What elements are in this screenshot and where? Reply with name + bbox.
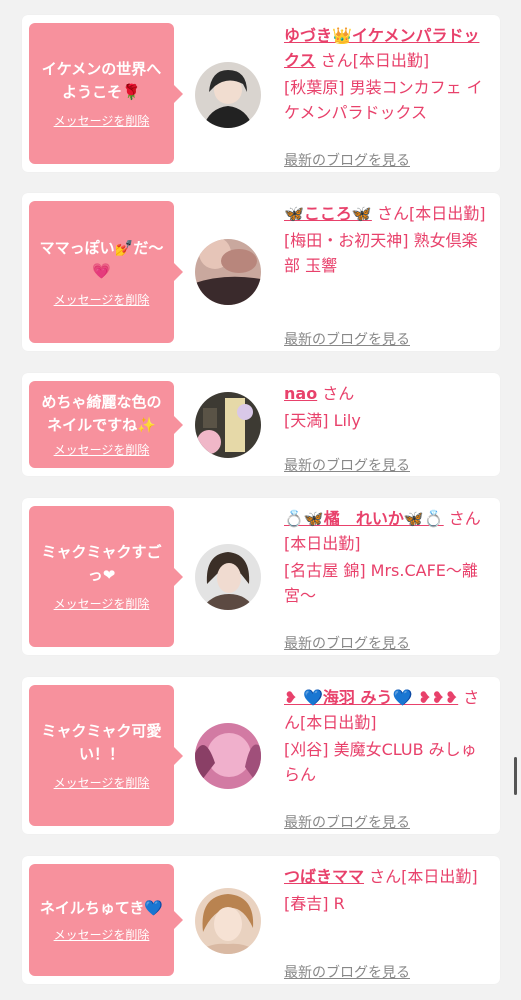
cast-name-line: 💍🦋橘 れいか🦋💍 さん[本日出勤] <box>284 506 488 556</box>
cast-status: さん[本日出勤] <box>376 204 486 223</box>
delete-message-link[interactable]: メッセージを削除 <box>54 774 150 791</box>
cast-name-line: ゆづき👑イケメンパラドックス さん[本日出勤] <box>284 23 488 73</box>
message-bubble: めちゃ綺麗な色のネイルですね✨ メッセージを削除 <box>29 381 183 468</box>
latest-blog-link[interactable]: 最新のブログを見る <box>284 812 410 832</box>
shop-name: [秋葉原] 男装コンカフェ イケメンパラドックス <box>284 78 483 122</box>
delete-message-link[interactable]: メッセージを削除 <box>54 291 150 308</box>
message-text: ネイルちゅてき💙 <box>39 899 164 917</box>
list-item: イケメンの世界へようこそ🌹 メッセージを削除 ゆづき👑イケメンパラドックス さん… <box>22 15 500 172</box>
cast-status: さん[本日出勤] <box>369 867 478 886</box>
delete-message-link[interactable]: メッセージを削除 <box>54 595 150 612</box>
list-item: ネイルちゅてき💙 メッセージを削除 つばきママ さん[本日出勤] [春吉] R … <box>22 856 500 984</box>
latest-blog-link[interactable]: 最新のブログを見る <box>284 455 410 475</box>
message-bubble: イケメンの世界へようこそ🌹 メッセージを削除 <box>29 23 183 164</box>
cast-name-line: nao さん <box>284 381 488 406</box>
message-text: ママっぽい💅だ〜💗 <box>39 238 164 280</box>
list-item: ミャクミャクすごっ❤ メッセージを削除 💍🦋橘 れいか🦋💍 さん[本日出勤] [… <box>22 498 500 655</box>
avatar[interactable] <box>195 392 261 458</box>
message-bubble: ネイルちゅてき💙 メッセージを削除 <box>29 864 183 976</box>
message-text: ミャクミャクすごっ❤ <box>41 543 162 584</box>
message-text: ミャクミャク可愛い！！ <box>41 722 162 763</box>
shop-name: [刈谷] 美魔女CLUB みしゅらん <box>284 740 477 784</box>
cast-name-link[interactable]: ❥ 💙海羽 みう💙 ❥❥❥ <box>284 688 458 707</box>
latest-blog-link[interactable]: 最新のブログを見る <box>284 633 410 653</box>
shop-name: [梅田・お初天神] 熟女倶楽部 玉響 <box>284 231 478 275</box>
latest-blog-link[interactable]: 最新のブログを見る <box>284 962 410 982</box>
message-text: イケメンの世界へようこそ🌹 <box>41 60 162 101</box>
scrollbar-thumb[interactable] <box>514 757 517 795</box>
cast-name-link[interactable]: 🦋こころ🦋 <box>284 204 372 223</box>
cast-name-link[interactable]: nao <box>284 384 317 403</box>
list-item: めちゃ綺麗な色のネイルですね✨ メッセージを削除 nao さん [天満] Lil… <box>22 373 500 476</box>
avatar[interactable] <box>195 62 261 128</box>
cast-name-link[interactable]: つばきママ <box>284 867 364 886</box>
cast-name-line: ❥ 💙海羽 みう💙 ❥❥❥ さん[本日出勤] <box>284 685 488 735</box>
cast-name-link[interactable]: 💍🦋橘 れいか🦋💍 <box>284 509 444 528</box>
shop-name: [天満] Lily <box>284 411 361 430</box>
avatar[interactable] <box>195 888 261 954</box>
message-bubble: ママっぽい💅だ〜💗 メッセージを削除 <box>29 201 183 343</box>
cast-status: さん <box>322 384 355 403</box>
list-item: ママっぽい💅だ〜💗 メッセージを削除 🦋こころ🦋 さん[本日出勤] [梅田・お初… <box>22 193 500 351</box>
delete-message-link[interactable]: メッセージを削除 <box>54 441 150 458</box>
avatar[interactable] <box>195 544 261 610</box>
cast-name-line: つばきママ さん[本日出勤] <box>284 864 488 889</box>
list-item: ミャクミャク可愛い！！ メッセージを削除 ❥ 💙海羽 みう💙 ❥❥❥ さん[本日… <box>22 677 500 834</box>
message-bubble: ミャクミャクすごっ❤ メッセージを削除 <box>29 506 183 647</box>
avatar[interactable] <box>195 723 261 789</box>
delete-message-link[interactable]: メッセージを削除 <box>54 112 150 129</box>
cast-name-line: 🦋こころ🦋 さん[本日出勤] <box>284 201 488 226</box>
message-text: めちゃ綺麗な色のネイルですね✨ <box>41 393 162 434</box>
latest-blog-link[interactable]: 最新のブログを見る <box>284 329 410 349</box>
latest-blog-link[interactable]: 最新のブログを見る <box>284 150 410 170</box>
message-bubble: ミャクミャク可愛い！！ メッセージを削除 <box>29 685 183 826</box>
cast-status: さん[本日出勤] <box>320 51 430 70</box>
shop-name: [名古屋 錦] Mrs.CAFE〜離宮〜 <box>284 561 478 605</box>
avatar[interactable] <box>195 239 261 305</box>
delete-message-link[interactable]: メッセージを削除 <box>54 926 150 943</box>
shop-name: [春吉] R <box>284 894 345 913</box>
